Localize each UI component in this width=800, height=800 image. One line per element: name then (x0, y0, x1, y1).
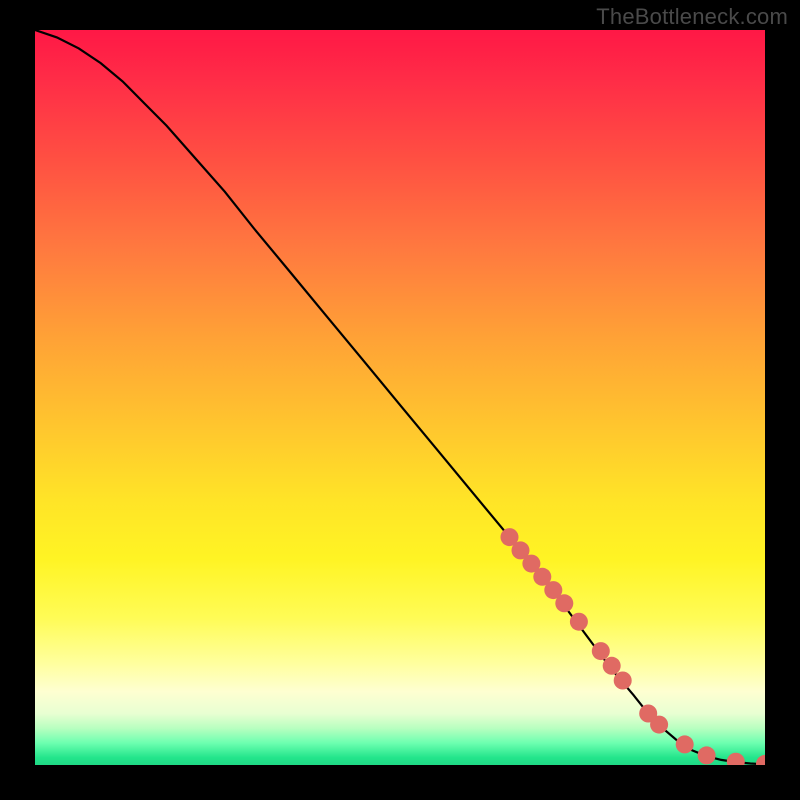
highlight-point (592, 642, 610, 660)
highlight-point (756, 755, 765, 765)
curve-series (35, 30, 765, 764)
curve-path (35, 30, 765, 764)
plot-area (35, 30, 765, 765)
highlight-point (698, 746, 716, 764)
chart-svg (35, 30, 765, 765)
highlight-point (676, 735, 694, 753)
watermark-text: TheBottleneck.com (596, 4, 788, 30)
chart-stage: TheBottleneck.com (0, 0, 800, 800)
highlight-point (650, 716, 668, 734)
highlight-points (501, 528, 766, 765)
highlight-point (614, 672, 632, 690)
highlight-point (555, 594, 573, 612)
highlight-point (603, 657, 621, 675)
highlight-point (727, 753, 745, 765)
highlight-point (570, 613, 588, 631)
